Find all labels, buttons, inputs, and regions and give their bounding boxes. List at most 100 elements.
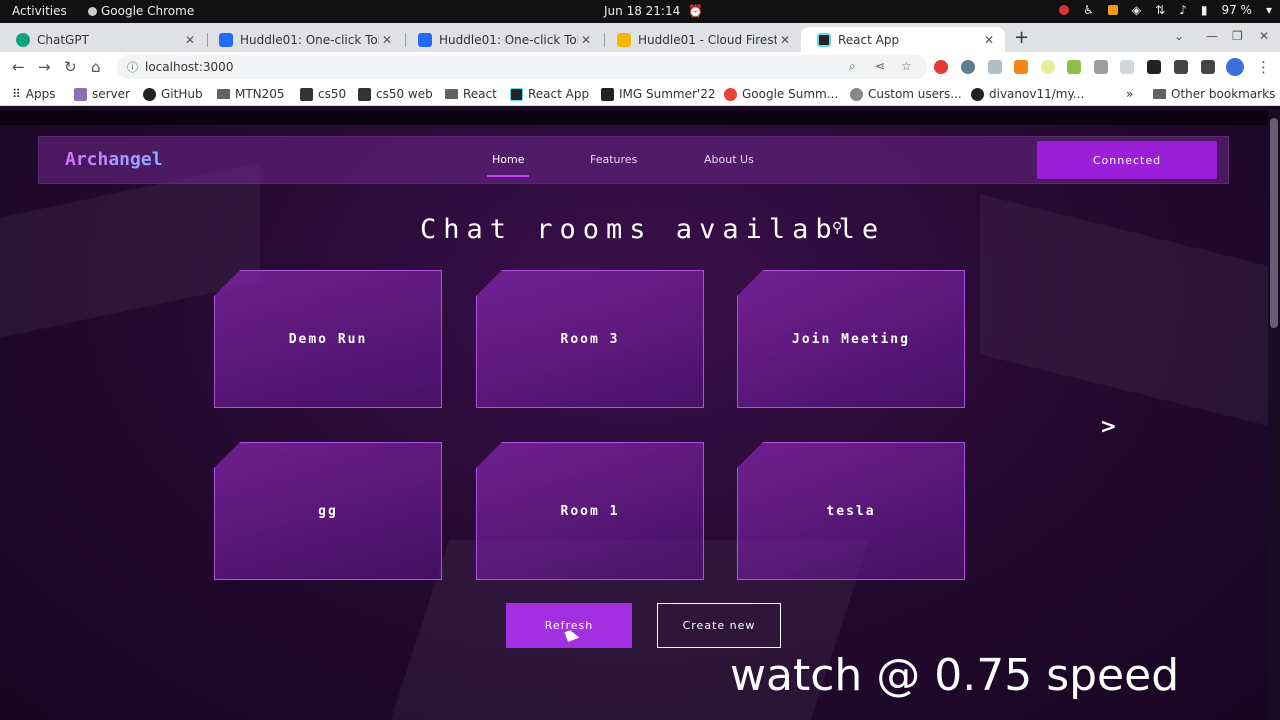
home-icon[interactable]: ⌂: [91, 58, 101, 76]
reload-icon[interactable]: ↻: [64, 58, 77, 76]
extension-circle-icon[interactable]: [1041, 60, 1055, 74]
share-icon[interactable]: ⋖: [875, 59, 885, 73]
bookmark-github[interactable]: GitHub: [143, 87, 203, 101]
brand-logo[interactable]: Archangel: [65, 149, 163, 170]
tab-search-icon[interactable]: ⌄: [1174, 29, 1184, 43]
bookmark-label: GitHub: [161, 87, 203, 101]
clock[interactable]: Jun 18 21:14 ⏰: [604, 4, 703, 18]
system-top-bar: Activities Google Chrome Jun 18 21:14 ⏰ …: [0, 0, 1280, 23]
room-card-room-1[interactable]: Room 1: [476, 442, 704, 580]
scrollbar-thumb[interactable]: [1270, 118, 1278, 328]
tab-react-app[interactable]: React App ✕: [801, 27, 1005, 52]
close-icon[interactable]: ✕: [182, 33, 198, 47]
record-icon: [1059, 5, 1070, 15]
extension-record-icon[interactable]: [934, 60, 948, 74]
extension-gear-icon[interactable]: [961, 60, 975, 74]
bookmark-other[interactable]: Other bookmarks: [1153, 87, 1275, 101]
room-card-gg[interactable]: gg: [214, 442, 442, 580]
tab-huddle-2[interactable]: Huddle01: One-click Toke ✕: [402, 27, 602, 52]
bookmark-google-summ[interactable]: Google Summ...: [724, 87, 838, 101]
extension-green-icon[interactable]: [1067, 60, 1081, 74]
web-page: Archangel Home Features About Us Connect…: [0, 110, 1268, 720]
battery-label: 97 %: [1221, 3, 1252, 17]
address-bar[interactable]: ⓘ localhost:3000 ⌕ ⋖ ☆: [117, 55, 927, 79]
wifi-icon: ◈: [1131, 3, 1142, 17]
window-close-icon[interactable]: ✕: [1259, 29, 1269, 43]
bookmark-custom-users[interactable]: Custom users...: [850, 87, 962, 101]
zoom-icon[interactable]: ⌕: [849, 59, 856, 74]
close-icon[interactable]: ✕: [379, 33, 395, 47]
close-icon[interactable]: ✕: [777, 33, 793, 47]
tab-chatgpt[interactable]: ChatGPT ✕: [0, 27, 206, 52]
bookmark-cs50[interactable]: cs50: [300, 87, 346, 101]
maximize-icon[interactable]: ❐: [1232, 29, 1243, 43]
extension-bug-icon[interactable]: [1094, 60, 1108, 74]
tab-title: Huddle01: One-click Toke: [439, 32, 578, 47]
site-info-icon[interactable]: ⓘ: [127, 59, 138, 75]
extension-misc-icon[interactable]: [1120, 60, 1134, 74]
room-card-room-3[interactable]: Room 3: [476, 270, 704, 408]
tab-title: Huddle01: One-click Toke: [240, 32, 379, 47]
bookmark-divanov[interactable]: divanov11/my...: [971, 87, 1084, 101]
next-page-arrow-icon[interactable]: >: [1100, 414, 1117, 438]
bookmark-react[interactable]: React: [445, 87, 497, 101]
room-card-tesla[interactable]: tesla: [737, 442, 965, 580]
search-icon[interactable]: ⚲: [832, 220, 842, 236]
bookmark-apps[interactable]: ⠿ Apps: [12, 87, 56, 101]
tab-title: ChatGPT: [37, 32, 89, 47]
bookmark-img-summer[interactable]: IMG Summer'22: [601, 87, 716, 101]
extensions-puzzle-icon[interactable]: [1174, 60, 1188, 74]
system-tray[interactable]: ♿ ◈ ⇅ ♪ ▮ 97 % ▾: [1059, 3, 1272, 17]
back-icon[interactable]: ←: [12, 58, 25, 76]
bookmark-server[interactable]: server: [74, 87, 130, 101]
extension-dark-icon[interactable]: [1147, 60, 1161, 74]
nav-about-us[interactable]: About Us: [704, 153, 754, 166]
background-shape: [980, 194, 1268, 426]
chrome-menu-icon[interactable]: ⋮: [1256, 58, 1271, 76]
bookmark-react-app[interactable]: React App: [510, 87, 589, 101]
bookmark-mtn205[interactable]: MTN205: [217, 87, 285, 101]
volume-icon: ♪: [1179, 3, 1187, 17]
bookmark-label: cs50: [318, 87, 347, 101]
bookmark-label: MTN205: [235, 87, 285, 101]
close-icon[interactable]: ✕: [578, 33, 594, 47]
profile-avatar[interactable]: [1226, 58, 1244, 76]
tab-huddle-1[interactable]: Huddle01: One-click Toke ✕: [203, 27, 403, 52]
app-menu[interactable]: Google Chrome: [88, 4, 194, 18]
create-new-button[interactable]: Create new: [657, 603, 781, 648]
tab-title: Huddle01 - Cloud Firestor: [638, 32, 777, 47]
bookmark-label: divanov11/my...: [989, 87, 1085, 101]
github-icon: [971, 87, 984, 101]
new-tab-icon[interactable]: +: [1014, 27, 1029, 48]
metamask-icon[interactable]: [1014, 60, 1028, 74]
bookmark-cs50-web[interactable]: cs50 web: [358, 87, 433, 101]
close-icon[interactable]: ✕: [981, 33, 997, 47]
room-card-demo-run[interactable]: Demo Run: [214, 270, 442, 408]
room-card-join-meeting[interactable]: Join Meeting: [737, 270, 965, 408]
tab-firestore[interactable]: Huddle01 - Cloud Firestor ✕: [601, 27, 801, 52]
chatgpt-icon: [16, 32, 30, 47]
nav-home[interactable]: Home: [492, 153, 524, 166]
network-icon: ⇅: [1155, 3, 1166, 17]
folder-icon: [1153, 89, 1166, 99]
side-panel-icon[interactable]: [1201, 60, 1215, 74]
server-icon: [74, 87, 87, 101]
minimize-icon[interactable]: —: [1206, 29, 1218, 43]
url-text[interactable]: localhost:3000: [145, 60, 233, 74]
extension-shield-icon[interactable]: [988, 60, 1002, 74]
forward-icon[interactable]: →: [38, 58, 51, 76]
browser-toolbar: ← → ↻ ⌂ ⓘ localhost:3000 ⌕ ⋖ ☆ ⋮: [0, 52, 1280, 82]
img-icon: [601, 87, 614, 101]
activities-button[interactable]: Activities: [12, 4, 67, 18]
bookmark-label: Google Summ...: [742, 87, 839, 101]
chrome-icon: [88, 6, 97, 16]
tab-title: React App: [838, 32, 900, 47]
bookmarks-overflow-icon[interactable]: »: [1126, 87, 1133, 101]
bookmark-label: Other bookmarks: [1171, 87, 1276, 101]
bookmark-label: React: [463, 87, 497, 101]
battery-icon: ▮: [1200, 3, 1208, 17]
nav-features[interactable]: Features: [590, 153, 637, 166]
custom-icon: [850, 87, 863, 101]
connect-wallet-button[interactable]: Connected: [1037, 141, 1217, 179]
bookmark-star-icon[interactable]: ☆: [901, 59, 912, 73]
